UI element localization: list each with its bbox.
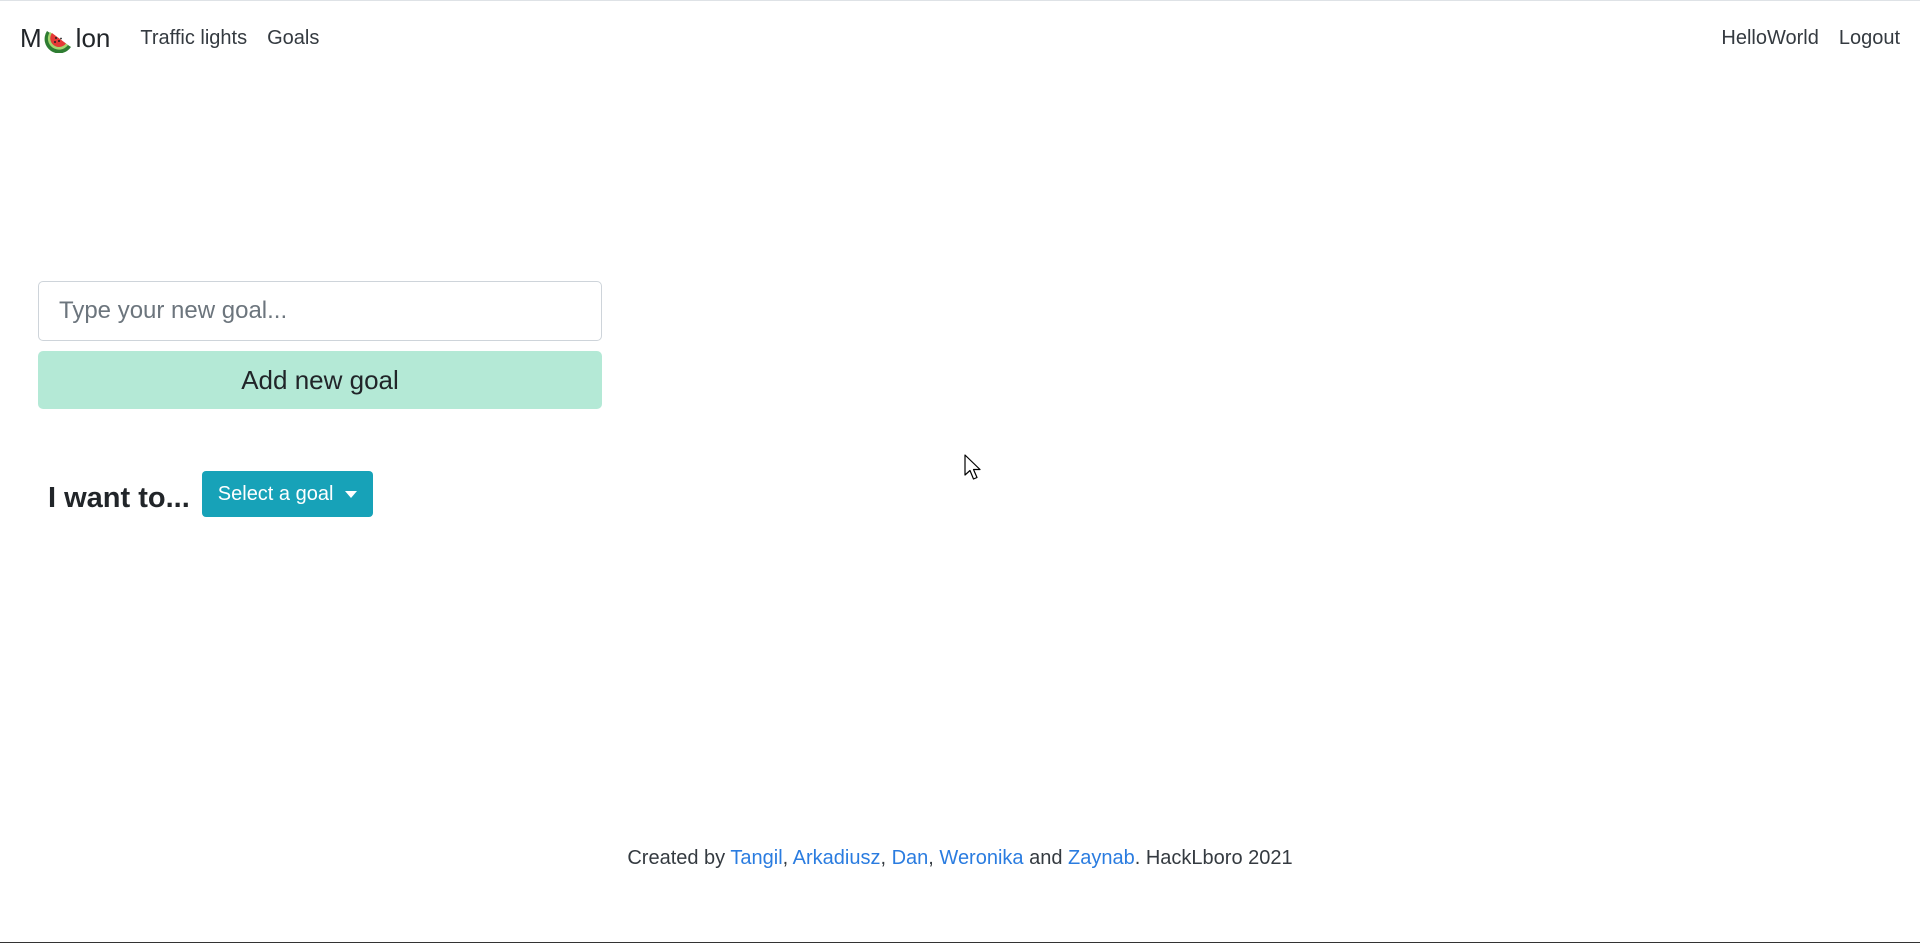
brand-suffix: lon <box>75 22 111 53</box>
nav-right: HelloWorld Logout <box>1701 27 1900 50</box>
footer-sep: and <box>1023 847 1069 869</box>
select-goal-dropdown[interactable]: Select a goal <box>201 471 374 517</box>
nav-link-user[interactable]: HelloWorld <box>1721 27 1818 50</box>
author-link-tangil[interactable]: Tangil <box>730 847 782 869</box>
author-link-zaynab[interactable]: Zaynab <box>1068 847 1135 869</box>
brand-prefix: M <box>20 22 42 53</box>
author-link-weronika[interactable]: Weronika <box>939 847 1023 869</box>
watermelon-icon <box>44 31 71 53</box>
footer-sep: , <box>782 847 793 869</box>
nav-link-goals[interactable]: Goals <box>267 27 319 50</box>
footer-suffix: . HackLboro 2021 <box>1134 847 1293 869</box>
goal-selector-row: I want to... Select a goal <box>48 471 374 517</box>
add-goal-button[interactable]: Add new goal <box>38 351 602 409</box>
author-link-arkadiusz[interactable]: Arkadiusz <box>793 847 881 869</box>
nav-links: Traffic lights Goals <box>140 27 339 50</box>
navbar: M lon Traffic lights Goals HelloWorld Lo… <box>0 1 1920 75</box>
nav-link-logout[interactable]: Logout <box>1839 27 1900 50</box>
footer-prefix: Created by <box>627 847 731 869</box>
want-label: I want to... <box>48 481 190 514</box>
page: M lon Traffic lights Goals HelloWorld Lo… <box>0 0 1920 943</box>
nav-link-traffic-lights[interactable]: Traffic lights <box>140 27 247 50</box>
author-link-dan[interactable]: Dan <box>892 847 929 869</box>
footer-sep: , <box>928 847 940 869</box>
footer-sep: , <box>880 847 892 869</box>
goal-form: Add new goal <box>38 281 602 409</box>
goal-input[interactable] <box>38 281 602 341</box>
brand-logo[interactable]: M lon <box>20 23 110 54</box>
footer: Created by Tangil, Arkadiusz, Dan, Weron… <box>0 847 1920 870</box>
select-goal-label: Select a goal <box>217 482 334 505</box>
mouse-cursor-icon <box>964 454 981 480</box>
caret-down-icon <box>345 490 358 498</box>
